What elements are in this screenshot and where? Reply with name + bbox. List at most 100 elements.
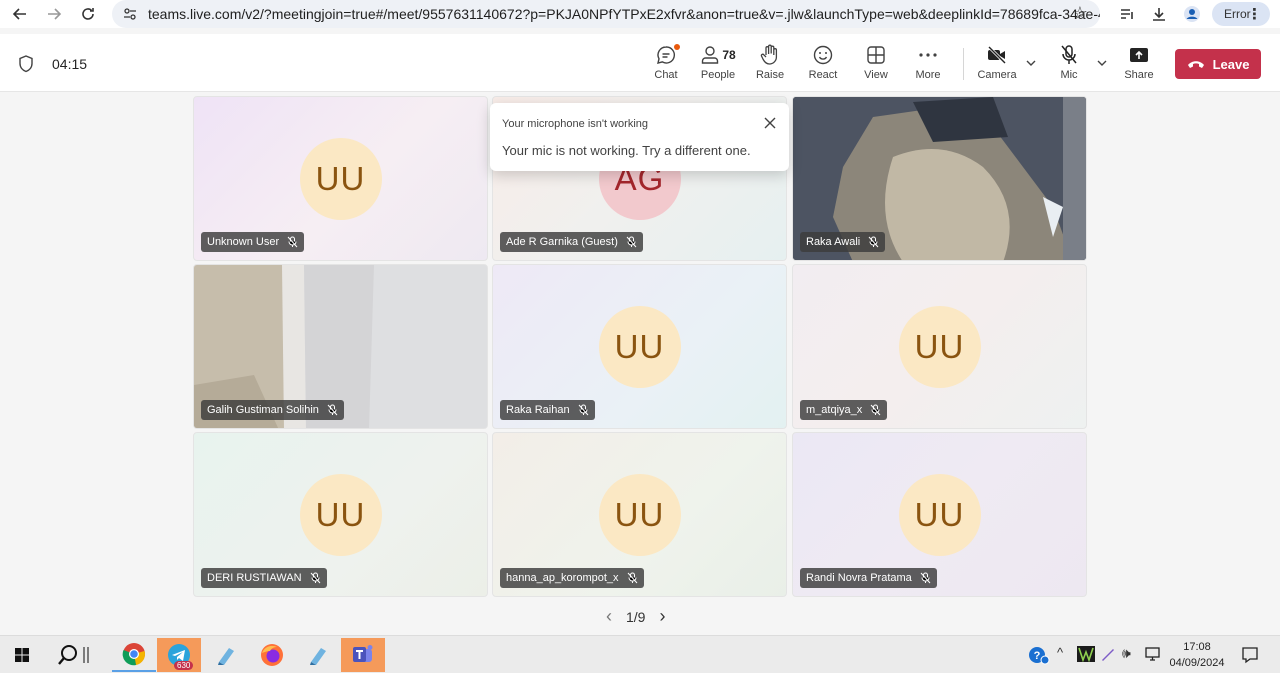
participant-name: Ade R Garnika (Guest) — [506, 236, 618, 248]
camera-options-chevron-icon[interactable] — [1024, 56, 1038, 70]
back-icon[interactable] — [8, 2, 32, 26]
mic-warning-toast: Your microphone isn't working Your mic i… — [490, 103, 789, 171]
network-icon[interactable] — [1145, 647, 1161, 661]
avatar: UU — [299, 137, 382, 220]
mic-muted-icon — [870, 404, 881, 416]
people-label: People — [700, 69, 736, 81]
participant-name: m_atqiya_x — [806, 404, 863, 416]
windows-taskbar: 630 ? ^ 🕪 17:08 04/09/2024 — [0, 635, 1280, 673]
download-icon[interactable] — [1147, 2, 1171, 26]
url-text[interactable]: teams.live.com/v2/?meetingjoin=true#/mee… — [148, 6, 1100, 22]
react-label: React — [808, 69, 838, 81]
address-bar[interactable]: teams.live.com/v2/?meetingjoin=true#/mee… — [112, 0, 1100, 28]
participant-name-tag: DERI RUSTIAWAN — [201, 568, 327, 588]
camera-button[interactable]: Camera — [973, 44, 1021, 86]
shield-icon — [19, 55, 33, 73]
reading-list-icon[interactable] — [1115, 2, 1139, 26]
participant-name: Raka Raihan — [506, 404, 570, 416]
notepad-app-icon[interactable] — [204, 638, 248, 672]
mic-button[interactable]: Mic — [1045, 44, 1093, 86]
participant-name: hanna_ap_korompot_x — [506, 572, 619, 584]
windows-start-icon[interactable] — [0, 638, 44, 672]
leave-button[interactable]: Leave — [1175, 49, 1261, 79]
view-button[interactable]: View — [852, 44, 900, 86]
grid-view-icon — [866, 44, 886, 66]
participant-video-tile[interactable]: Raka Awali — [792, 96, 1087, 261]
participant-name-tag: Randi Novra Pratama — [800, 568, 937, 588]
next-page-icon[interactable]: › — [659, 606, 665, 627]
participant-tile[interactable]: UU Randi Novra Pratama — [792, 432, 1087, 597]
show-hidden-icons-chevron-icon[interactable]: ^ — [1057, 645, 1063, 660]
clock-time: 17:08 — [1183, 641, 1211, 653]
participant-name: DERI RUSTIAWAN — [207, 572, 302, 584]
mic-muted-icon — [627, 572, 637, 584]
raise-hand-button[interactable]: Raise — [746, 44, 794, 86]
hang-up-icon — [1187, 61, 1204, 68]
participant-name-tag: Raka Awali — [800, 232, 886, 252]
close-icon[interactable] — [763, 116, 777, 130]
people-count: 78 — [722, 48, 736, 62]
people-icon — [702, 46, 719, 64]
more-button[interactable]: More — [904, 44, 952, 86]
people-button[interactable]: 78 People — [694, 44, 742, 86]
participant-tile[interactable]: UU DERI RUSTIAWAN — [193, 432, 488, 597]
mic-muted-icon — [868, 236, 879, 248]
teams-icon[interactable] — [341, 638, 385, 672]
mic-muted-icon — [578, 404, 588, 416]
notifications-icon[interactable] — [1241, 646, 1259, 664]
bookmark-star-icon[interactable]: ☆ — [1072, 3, 1088, 24]
browser-toolbar: teams.live.com/v2/?meetingjoin=true#/mee… — [0, 0, 1280, 28]
avatar: UU — [299, 473, 382, 556]
participant-name: Galih Gustiman Solihin — [207, 404, 319, 416]
system-clock[interactable]: 17:08 04/09/2024 — [1168, 639, 1226, 671]
mic-muted-icon — [920, 572, 931, 584]
participant-video-tile[interactable]: Galih Gustiman Solihin — [193, 264, 488, 429]
mic-options-chevron-icon[interactable] — [1095, 56, 1109, 70]
forward-icon[interactable] — [42, 2, 66, 26]
mic-muted-icon — [287, 236, 298, 248]
firefox-icon[interactable] — [250, 638, 294, 672]
previous-page-icon[interactable]: ‹ — [606, 606, 612, 627]
participant-tile[interactable]: UU Raka Raihan — [492, 264, 787, 429]
participant-name-tag: m_atqiya_x — [800, 400, 888, 420]
profile-error-button[interactable]: Error ⋮ — [1212, 2, 1270, 26]
task-view-icon[interactable] — [76, 638, 96, 672]
participant-tile[interactable]: UU Unknown User — [193, 96, 488, 261]
mic-label: Mic — [1060, 69, 1078, 81]
participant-name: Randi Novra Pratama — [806, 572, 912, 584]
react-button[interactable]: React — [799, 44, 847, 86]
share-button[interactable]: Share — [1115, 44, 1163, 86]
mic-muted-icon — [310, 572, 320, 584]
reload-icon[interactable] — [76, 2, 100, 26]
chrome-icon[interactable] — [112, 638, 156, 672]
toolbar-divider — [963, 48, 964, 80]
camera-label: Camera — [977, 69, 1017, 81]
meeting-header: 04:15 Chat 78 People Raise React View Mo… — [0, 34, 1280, 92]
profile-icon[interactable] — [1180, 2, 1204, 26]
participant-tile[interactable]: UU hanna_ap_korompot_x — [492, 432, 787, 597]
toast-title: Your microphone isn't working — [502, 118, 648, 130]
participant-name-tag: Galih Gustiman Solihin — [201, 400, 344, 420]
more-label: More — [915, 69, 941, 81]
participant-tile[interactable]: UU m_atqiya_x — [792, 264, 1087, 429]
more-dots-icon — [918, 44, 938, 66]
browser-menu-icon[interactable]: ⋮ — [1247, 5, 1262, 23]
chat-button[interactable]: Chat — [642, 44, 690, 86]
gallery-pager: ‹ 1/9 › — [606, 606, 665, 627]
help-icon[interactable]: ? — [1028, 645, 1050, 665]
avatar: UU — [598, 473, 681, 556]
notepad-app-icon[interactable] — [296, 638, 340, 672]
chat-unread-dot — [674, 44, 680, 50]
site-settings-icon[interactable] — [122, 6, 138, 22]
tray-app-icon[interactable] — [1077, 646, 1095, 662]
smiley-icon — [813, 44, 833, 66]
pen-icon[interactable] — [1100, 646, 1116, 662]
volume-icon[interactable]: 🕪 — [1122, 645, 1131, 662]
participant-name-tag: Unknown User — [201, 232, 305, 252]
avatar: UU — [898, 473, 981, 556]
participant-name: Unknown User — [207, 236, 280, 248]
leave-label: Leave — [1212, 56, 1250, 72]
meeting-timer: 04:15 — [52, 56, 88, 72]
raise-label: Raise — [755, 69, 785, 81]
mic-muted-icon — [327, 404, 338, 416]
